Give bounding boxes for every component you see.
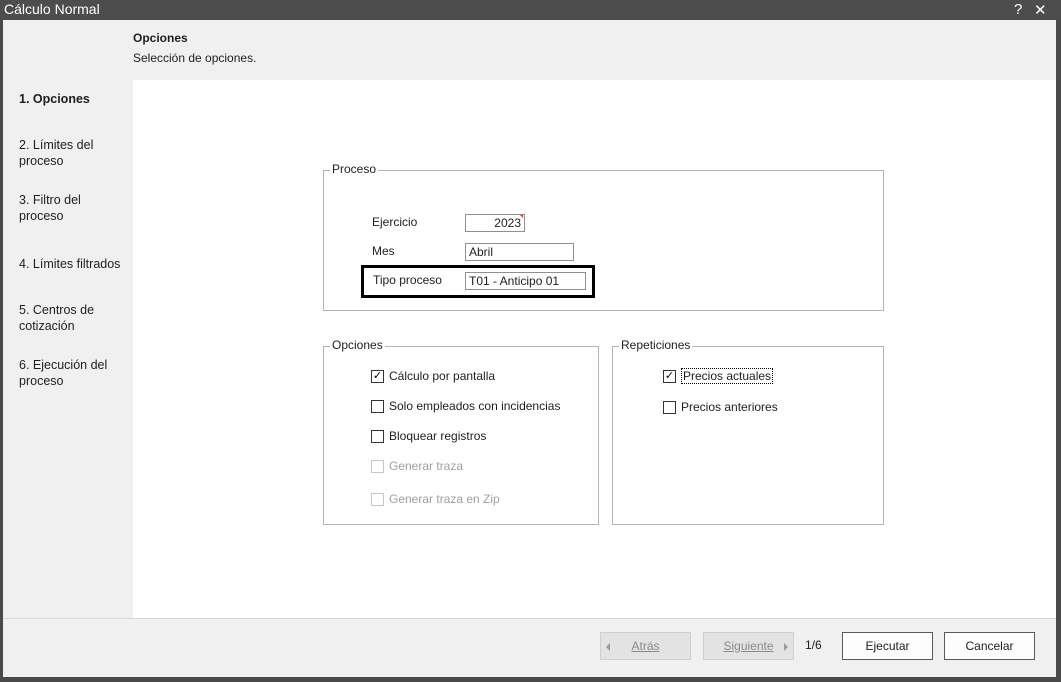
step-limites-filtrados[interactable]: 4. Límites filtrados — [19, 256, 127, 272]
title-bar: Cálculo Normal ? ✕ — [0, 0, 1061, 20]
back-button[interactable]: Atrás — [600, 632, 691, 660]
next-label: Siguiente — [723, 639, 774, 653]
step-limites-proceso[interactable]: 2. Límites del proceso — [19, 137, 127, 169]
help-icon[interactable]: ? — [1014, 1, 1022, 18]
step-opciones[interactable]: 1. Opciones — [19, 91, 127, 107]
step-ejecucion-proceso[interactable]: 6. Ejecución del proceso — [19, 357, 127, 389]
mes-label: Mes — [372, 244, 395, 258]
calculo-pantalla-checkbox[interactable]: ✓ Cálculo por pantalla — [371, 369, 495, 383]
checkbox-label: Precios anteriores — [681, 400, 778, 414]
next-button[interactable]: Siguiente — [703, 632, 794, 660]
checkbox-box — [371, 429, 384, 443]
check-icon: ✓ — [371, 369, 384, 383]
page-title: Opciones — [133, 31, 188, 45]
footer-divider — [3, 618, 1056, 619]
page-indicator: 1/6 — [805, 638, 822, 652]
checkbox-label: Solo empleados con incidencias — [389, 399, 561, 413]
checkbox-box — [371, 492, 384, 506]
bloquear-registros-checkbox[interactable]: Bloquear registros — [371, 429, 486, 443]
steps-sidebar: 1. Opciones 2. Límites del proceso 3. Fi… — [3, 80, 133, 618]
generar-traza-checkbox: Generar traza — [371, 459, 463, 473]
proceso-group: Proceso Ejercicio Mes Tipo proceso — [323, 162, 884, 311]
wizard-header: Opciones Selección de opciones. — [3, 20, 1056, 80]
ejercicio-label: Ejercicio — [372, 215, 418, 229]
precios-actuales-checkbox[interactable]: ✓ Precios actuales — [663, 368, 774, 384]
step-filtro-proceso[interactable]: 3. Filtro del proceso — [19, 192, 127, 224]
page-subtitle: Selección de opciones. — [133, 51, 257, 65]
mes-field[interactable] — [465, 243, 574, 261]
cancel-button[interactable]: Cancelar — [944, 632, 1035, 660]
execute-button[interactable]: Ejecutar — [842, 632, 933, 660]
opciones-legend: Opciones — [330, 338, 385, 352]
checkbox-box — [371, 399, 384, 413]
step-centros-cotizacion[interactable]: 5. Centros de cotización — [19, 302, 127, 334]
wizard-window: Opciones Selección de opciones. 1. Opcio… — [3, 20, 1056, 677]
proceso-legend: Proceso — [330, 162, 379, 176]
checkbox-label: Precios actuales — [681, 368, 774, 384]
chevron-left-icon — [606, 643, 610, 651]
precios-anteriores-checkbox[interactable]: Precios anteriores — [663, 400, 778, 414]
checkbox-label: Generar traza — [389, 459, 464, 473]
check-icon: ✓ — [663, 369, 676, 383]
chevron-right-icon — [784, 643, 788, 651]
checkbox-label: Generar traza en Zip — [389, 492, 500, 506]
opciones-group: Opciones ✓ Cálculo por pantalla Solo emp… — [323, 338, 599, 525]
checkbox-label: Cálculo por pantalla — [389, 369, 496, 383]
ejercicio-field[interactable] — [465, 214, 525, 232]
repeticiones-group: Repeticiones ✓ Precios actuales Precios … — [612, 338, 884, 525]
tipo-proceso-label: Tipo proceso — [373, 273, 442, 287]
checkbox-box — [663, 400, 676, 414]
back-label: Atrás — [631, 639, 660, 653]
generar-traza-zip-checkbox: Generar traza en Zip — [371, 492, 500, 506]
solo-empleados-checkbox[interactable]: Solo empleados con incidencias — [371, 399, 560, 413]
repeticiones-legend: Repeticiones — [619, 338, 693, 352]
checkbox-box — [371, 459, 384, 473]
window-title: Cálculo Normal — [4, 1, 100, 17]
close-icon[interactable]: ✕ — [1034, 1, 1047, 19]
content-panel: Proceso Ejercicio Mes Tipo proceso Opcio… — [133, 80, 1056, 618]
required-marker — [520, 215, 523, 218]
checkbox-label: Bloquear registros — [389, 429, 487, 443]
tipo-proceso-field[interactable] — [465, 272, 586, 290]
